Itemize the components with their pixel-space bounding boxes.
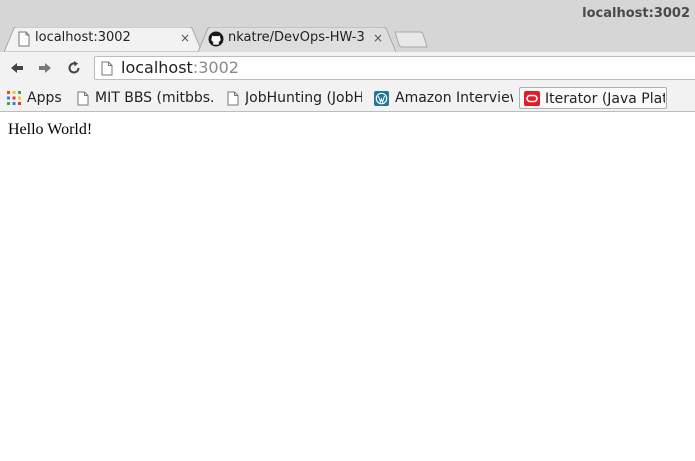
page-content: Hello World! (0, 112, 695, 461)
bookmark-apps[interactable]: Apps (6, 87, 66, 109)
bookmark-label: MIT BBS (mitbbs.c (95, 90, 214, 106)
tab-github[interactable]: nkatre/DevOps-HW-3 × (198, 27, 396, 52)
page-icon (227, 91, 239, 106)
window-title: localhost:3002 (582, 6, 690, 21)
close-icon[interactable]: × (373, 31, 383, 45)
bookmark-label: JobHunting (JobHu (245, 90, 362, 106)
apps-grid-icon (7, 91, 21, 105)
wordpress-icon (374, 91, 389, 106)
bookmark-mitbbs[interactable]: MIT BBS (mitbbs.c (74, 87, 216, 109)
forward-arrow-icon[interactable] (37, 60, 53, 76)
back-arrow-icon[interactable] (9, 60, 25, 76)
hello-text: Hello World! (8, 121, 93, 138)
url-port: :3002 (192, 58, 239, 77)
url-host: localhost (121, 58, 193, 77)
page-icon (101, 61, 113, 76)
bookmark-jobhunting[interactable]: JobHunting (JobHu (224, 87, 366, 109)
page-icon (77, 91, 89, 106)
new-tab-button[interactable] (394, 31, 428, 48)
bookmark-amazon-interview[interactable]: Amazon Interview (373, 87, 515, 109)
github-icon (208, 31, 224, 47)
url-text: localhost:3002 (121, 58, 239, 77)
oracle-icon (524, 91, 540, 106)
tab-label: nkatre/DevOps-HW-3 (228, 30, 364, 45)
toolbar: localhost:3002 (0, 52, 695, 84)
bookmarks-bar: Apps MIT BBS (mitbbs.c JobHunting (JobHu… (0, 84, 695, 112)
title-bar: localhost:3002 localhost:3002 × nkatre/D… (0, 0, 695, 52)
bookmark-label: Iterator (Java Platf (545, 91, 665, 107)
close-icon[interactable]: × (180, 31, 190, 45)
bookmark-iterator[interactable]: Iterator (Java Platf (519, 87, 667, 109)
page-icon (18, 31, 30, 47)
tab-label: localhost:3002 (35, 30, 131, 45)
reload-icon[interactable] (66, 60, 82, 76)
tab-localhost[interactable]: localhost:3002 × (4, 27, 202, 52)
bookmark-label: Apps (27, 90, 62, 106)
bookmark-label: Amazon Interview (395, 90, 513, 106)
address-bar[interactable]: localhost:3002 (94, 56, 695, 80)
